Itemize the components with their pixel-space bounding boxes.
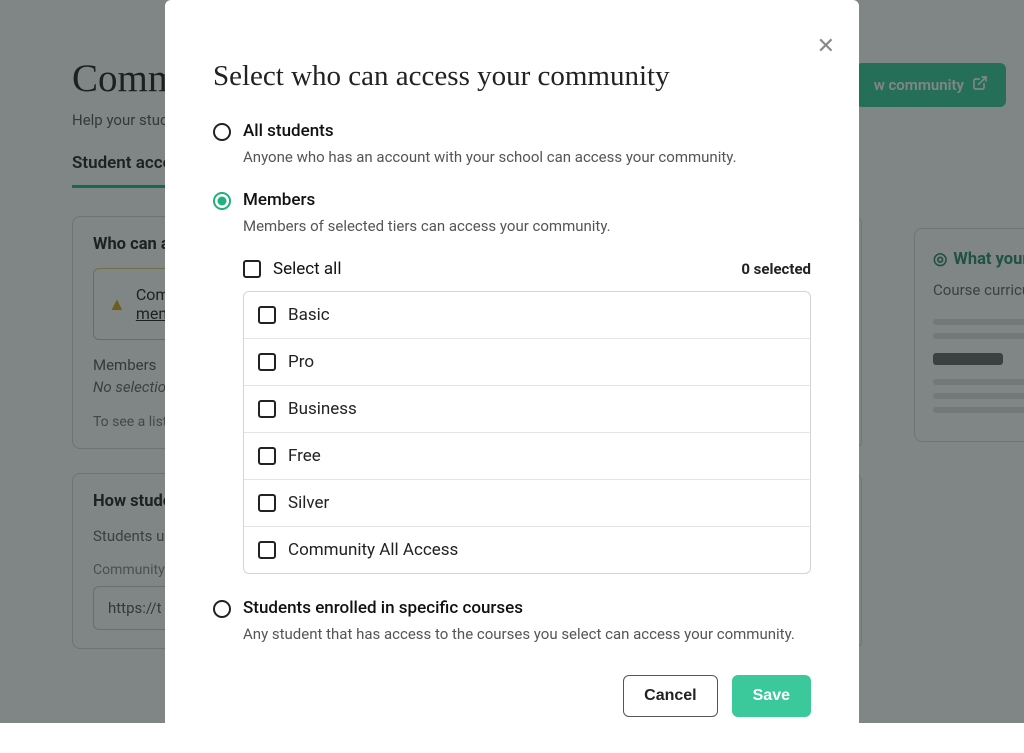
tier-header: Select all 0 selected: [243, 259, 811, 279]
checkbox-tier[interactable]: [258, 494, 276, 512]
tier-name: Business: [288, 399, 357, 419]
option-desc: Anyone who has an account with your scho…: [243, 147, 737, 168]
checkbox-tier[interactable]: [258, 306, 276, 324]
option-members[interactable]: Members Members of selected tiers can ac…: [213, 190, 811, 237]
close-icon[interactable]: ✕: [817, 34, 835, 59]
tier-item[interactable]: Community All Access: [244, 527, 810, 573]
select-all-label: Select all: [273, 259, 341, 279]
tier-list: Basic Pro Business Free Silver: [243, 291, 811, 574]
checkbox-tier[interactable]: [258, 353, 276, 371]
tier-name: Community All Access: [288, 540, 458, 560]
option-desc: Any student that has access to the cours…: [243, 624, 795, 645]
radio-members[interactable]: [213, 192, 231, 210]
radio-all-students[interactable]: [213, 123, 231, 141]
selected-count: 0 selected: [741, 260, 811, 278]
tier-selection: Select all 0 selected Basic Pro Business: [243, 259, 811, 574]
tier-name: Basic: [288, 305, 330, 325]
option-desc: Members of selected tiers can access you…: [243, 216, 611, 237]
checkbox-tier[interactable]: [258, 400, 276, 418]
checkbox-select-all[interactable]: [243, 260, 261, 278]
tier-item[interactable]: Free: [244, 433, 810, 480]
modal-title: Select who can access your community: [213, 60, 811, 93]
option-label: Members: [243, 190, 611, 210]
option-specific-courses[interactable]: Students enrolled in specific courses An…: [213, 598, 811, 645]
checkbox-tier[interactable]: [258, 447, 276, 465]
modal-overlay[interactable]: ✕ Select who can access your community A…: [0, 0, 1024, 723]
option-all-students[interactable]: All students Anyone who has an account w…: [213, 121, 811, 168]
checkbox-tier[interactable]: [258, 541, 276, 559]
save-button[interactable]: Save: [732, 675, 811, 717]
tier-item[interactable]: Business: [244, 386, 810, 433]
tier-name: Pro: [288, 352, 314, 372]
option-label: All students: [243, 121, 737, 141]
tier-name: Free: [288, 446, 321, 466]
option-label: Students enrolled in specific courses: [243, 598, 795, 618]
modal-actions: Cancel Save: [213, 675, 811, 717]
radio-specific-courses[interactable]: [213, 600, 231, 618]
tier-item[interactable]: Basic: [244, 292, 810, 339]
cancel-button[interactable]: Cancel: [623, 675, 717, 717]
tier-item[interactable]: Pro: [244, 339, 810, 386]
access-modal: ✕ Select who can access your community A…: [165, 0, 859, 753]
tier-item[interactable]: Silver: [244, 480, 810, 527]
tier-name: Silver: [288, 493, 329, 513]
